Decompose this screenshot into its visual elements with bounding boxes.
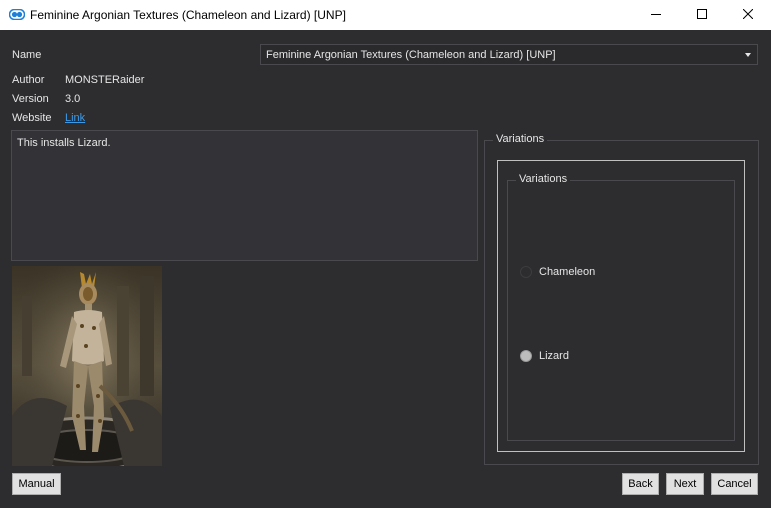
title-bar: Feminine Argonian Textures (Chameleon an…: [0, 0, 771, 30]
version-label: Version: [12, 93, 49, 105]
name-dropdown-value: Feminine Argonian Textures (Chameleon an…: [266, 49, 556, 61]
name-dropdown[interactable]: Feminine Argonian Textures (Chameleon an…: [260, 44, 758, 65]
cancel-button[interactable]: Cancel: [711, 473, 758, 495]
description-text: This installs Lizard.: [17, 137, 111, 149]
author-label: Author: [12, 74, 45, 86]
variations-group-inner: Variations: [507, 173, 735, 441]
option-lizard[interactable]: Lizard: [520, 350, 569, 362]
maximize-button[interactable]: [679, 0, 725, 30]
website-link[interactable]: Link: [65, 112, 85, 124]
author-value: MONSTERaider: [65, 74, 145, 86]
close-icon: [742, 8, 754, 22]
option-label: Chameleon: [539, 266, 596, 278]
chevron-down-icon: [745, 53, 751, 57]
manual-button[interactable]: Manual: [12, 473, 61, 495]
option-chameleon[interactable]: Chameleon: [520, 266, 595, 278]
back-button[interactable]: Back: [622, 473, 659, 495]
minimize-button[interactable]: [633, 0, 679, 30]
radio-button-unselected[interactable]: [520, 266, 532, 278]
app-cloud-icon: [8, 8, 26, 21]
variations-group-inner-title: Variations: [516, 173, 571, 185]
preview-image: [12, 266, 162, 466]
radio-button-selected[interactable]: [520, 350, 532, 362]
variations-group-outer-title: Variations: [493, 133, 548, 145]
next-button[interactable]: Next: [666, 473, 704, 495]
close-button[interactable]: [725, 0, 771, 30]
window-title: Feminine Argonian Textures (Chameleon an…: [30, 8, 346, 22]
name-label: Name: [12, 49, 42, 61]
maximize-icon: [697, 8, 707, 22]
option-label: Lizard: [539, 350, 569, 362]
website-label: Website: [12, 112, 52, 124]
version-value: 3.0: [65, 93, 81, 105]
description-box: This installs Lizard.: [11, 130, 478, 261]
minimize-icon: [651, 8, 661, 22]
